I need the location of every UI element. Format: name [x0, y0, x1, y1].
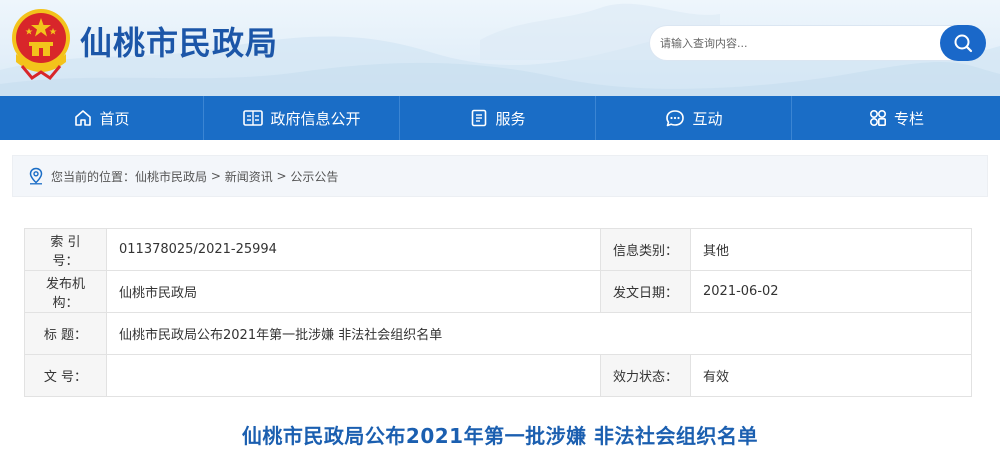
nav-item-service[interactable]: 服务: [400, 96, 596, 140]
publisher-label: 发布机构：: [24, 270, 107, 313]
search-button[interactable]: [940, 25, 986, 61]
index-number-value: 011378025/2021-25994: [106, 228, 601, 271]
breadcrumb: 您当前的位置： 仙桃市民政局 > 新闻资讯 > 公示公告: [12, 155, 988, 197]
nav-item-label: 专栏: [893, 109, 924, 128]
site-title: 仙桃市民政局: [80, 24, 279, 62]
nav-item-gov-info[interactable]: 政府信息公开: [204, 96, 400, 140]
validity-value: 有效: [690, 354, 972, 397]
search-icon: [954, 34, 973, 53]
nav-item-label: 政府信息公开: [270, 109, 361, 128]
nav-item-label: 互动: [692, 109, 723, 128]
home-icon: [75, 110, 92, 126]
nav-item-interaction[interactable]: 互动: [596, 96, 792, 140]
index-number-label: 索 引 号：: [24, 228, 107, 271]
grid-icon: [869, 109, 886, 127]
validity-label: 效力状态：: [600, 354, 691, 397]
breadcrumb-link-home[interactable]: 仙桃市民政局: [135, 168, 207, 185]
breadcrumb-separator: >: [272, 169, 291, 183]
table-row: 索 引 号： 011378025/2021-25994 信息类别： 其他: [24, 228, 972, 271]
title-value: 仙桃市民政局公布2021年第一批涉嫌 非法社会组织名单: [106, 312, 972, 355]
breadcrumb-prefix: 您当前的位置：: [51, 169, 136, 184]
nav-item-label: 首页: [99, 109, 130, 128]
doc-number-value: [106, 354, 601, 397]
info-panel-icon: [243, 110, 264, 126]
document-icon: [472, 109, 487, 127]
breadcrumb-separator: >: [207, 169, 225, 183]
nav-item-column[interactable]: 专栏: [792, 96, 1000, 140]
issue-date-value: 2021-06-02: [690, 270, 972, 313]
location-pin-icon: [29, 167, 43, 185]
main-nav: 首页 政府信息公开 服务 互动 专栏: [0, 96, 1000, 140]
site-header: 仙桃市民政局: [0, 0, 1000, 96]
search-input[interactable]: [650, 26, 940, 60]
chat-icon: [666, 110, 685, 127]
document-info-table: 索 引 号： 011378025/2021-25994 信息类别： 其他 发布机…: [24, 228, 972, 397]
category-label: 信息类别：: [600, 228, 691, 271]
category-value: 其他: [690, 228, 972, 271]
title-label: 标 题：: [24, 312, 107, 355]
issue-date-label: 发文日期：: [600, 270, 691, 313]
search-box: [650, 25, 986, 61]
publisher-value: 仙桃市民政局: [106, 270, 601, 313]
table-row: 文 号： 效力状态： 有效: [24, 354, 972, 397]
table-row: 发布机构： 仙桃市民政局 发文日期： 2021-06-02: [24, 270, 972, 313]
doc-number-label: 文 号：: [24, 354, 107, 397]
national-emblem-logo: [12, 9, 70, 80]
nav-item-label: 服务: [495, 109, 526, 128]
breadcrumb-link-notices[interactable]: 公示公告: [290, 168, 338, 185]
table-row: 标 题： 仙桃市民政局公布2021年第一批涉嫌 非法社会组织名单: [24, 312, 972, 355]
article-title: 仙桃市民政局公布2021年第一批涉嫌 非法社会组织名单: [241, 424, 759, 448]
nav-item-home[interactable]: 首页: [0, 96, 204, 140]
breadcrumb-link-news[interactable]: 新闻资讯: [225, 168, 273, 185]
